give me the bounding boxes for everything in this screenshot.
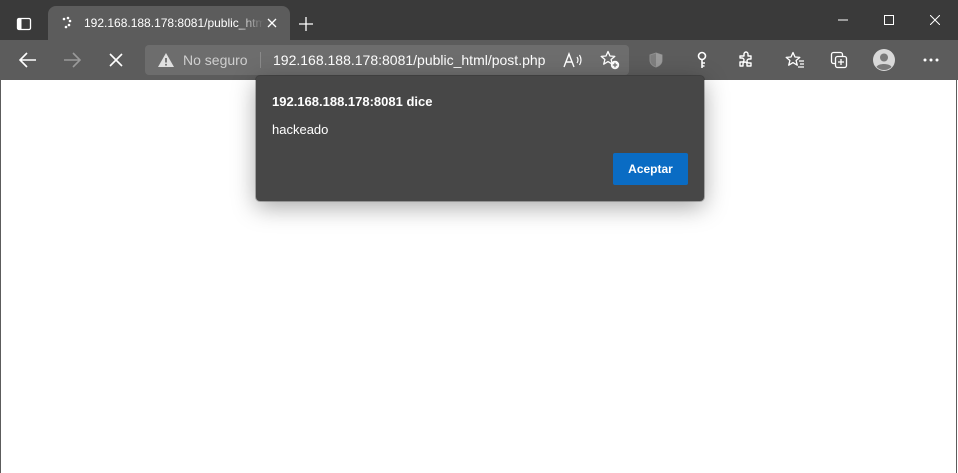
dialog-message: hackeado (272, 122, 329, 137)
tracking-prevention-icon (649, 52, 663, 68)
title-bar: 192.168.188.178:8081/public_html/post.ph… (0, 0, 958, 40)
forward-button[interactable] (56, 44, 88, 76)
add-favorite-button[interactable] (599, 49, 621, 71)
address-bar[interactable]: No seguro 192.168.188.178:8081/public_ht… (145, 45, 629, 75)
forward-icon (64, 52, 81, 68)
add-favorite-icon (600, 50, 620, 70)
dialog-title: 192.168.188.178:8081 dice (272, 94, 433, 109)
read-aloud-icon (563, 52, 582, 68)
favorites-button[interactable] (779, 44, 811, 76)
password-key-icon (697, 51, 707, 68)
stop-icon (109, 53, 123, 67)
back-button[interactable] (12, 44, 44, 76)
profile-button[interactable] (868, 44, 900, 76)
security-label[interactable]: No seguro (183, 52, 248, 68)
extensions-icon (739, 51, 752, 67)
read-aloud-button[interactable] (562, 49, 584, 71)
address-divider (260, 52, 261, 68)
stop-button[interactable] (100, 44, 132, 76)
close-tab-icon (267, 18, 277, 28)
new-tab-button[interactable] (294, 12, 318, 36)
close-tab-button[interactable] (264, 15, 280, 31)
maximize-button[interactable] (866, 0, 912, 40)
minimize-icon (838, 19, 848, 21)
close-window-icon (930, 15, 940, 25)
tab-actions-button[interactable] (8, 10, 40, 38)
favorites-icon (785, 51, 804, 68)
warning-icon[interactable] (157, 52, 175, 68)
tab-title: 192.168.188.178:8081/public_html/post.ph… (84, 16, 264, 30)
minimize-button[interactable] (820, 0, 866, 40)
loading-favicon-icon (60, 15, 76, 31)
alert-dialog: 192.168.188.178:8081 dice hackeado Acept… (256, 76, 704, 201)
url-text[interactable]: 192.168.188.178:8081/public_html/post.ph… (273, 52, 545, 68)
new-tab-icon (299, 17, 313, 31)
close-window-button[interactable] (912, 0, 958, 40)
more-button[interactable] (915, 44, 947, 76)
active-tab[interactable]: 192.168.188.178:8081/public_html/post.ph… (48, 6, 290, 40)
collections-button[interactable] (823, 44, 855, 76)
ok-button[interactable]: Aceptar (613, 153, 688, 185)
more-icon (923, 58, 939, 62)
maximize-icon (884, 15, 894, 25)
password-key-button[interactable] (686, 44, 718, 76)
extensions-button[interactable] (730, 44, 762, 76)
profile-icon (873, 49, 895, 71)
tab-actions-icon (16, 17, 32, 31)
back-icon (19, 52, 36, 68)
tracking-prevention-button[interactable] (640, 44, 672, 76)
collections-icon (830, 51, 848, 69)
